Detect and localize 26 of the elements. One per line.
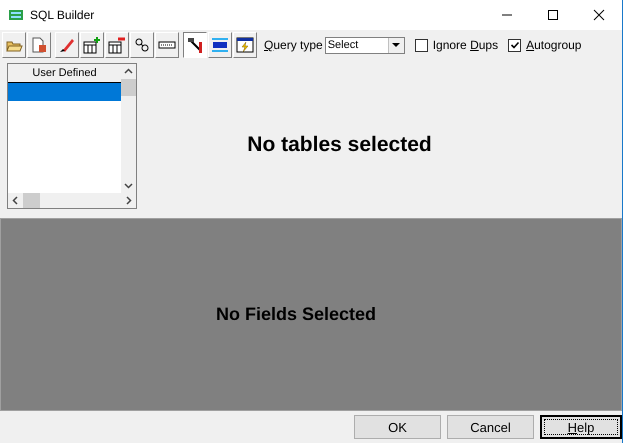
scrollbar-thumb[interactable] — [23, 193, 40, 208]
code-icon — [211, 36, 229, 54]
dialog-button[interactable]: OK — [354, 415, 441, 439]
window-title: SQL Builder — [30, 8, 94, 22]
query-type-label: Query type — [264, 38, 323, 52]
toolbar-button[interactable] — [183, 32, 207, 58]
checkbox-label: Autogroup — [526, 38, 582, 52]
query-type-dropdown[interactable]: Select — [324, 36, 405, 54]
checkbox-label: Ignore Dups — [432, 38, 498, 52]
table-add-icon — [83, 36, 101, 54]
dialog-button[interactable]: Cancel — [447, 415, 534, 439]
checkbox[interactable] — [414, 38, 428, 52]
checkbox[interactable] — [508, 38, 522, 52]
document-icon — [30, 36, 48, 54]
table-remove-icon — [108, 36, 126, 54]
empty-fields-message: No Fields Selected — [216, 304, 376, 325]
empty-tables-message: No tables selected — [247, 133, 432, 158]
app-icon — [8, 7, 24, 23]
dialog-button[interactable]: Help — [540, 415, 622, 439]
brush-icon — [58, 36, 76, 54]
dropdown-arrow-icon — [392, 42, 400, 48]
scrollbar-thumb[interactable] — [121, 79, 136, 96]
lightning-icon — [236, 36, 254, 54]
link-icon — [133, 36, 151, 54]
hammer-icon — [186, 36, 204, 54]
column-header: User Defined — [8, 64, 121, 83]
